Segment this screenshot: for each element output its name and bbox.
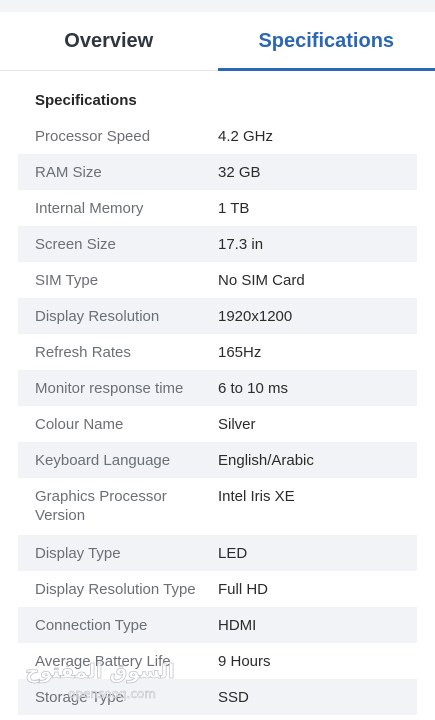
spec-value: 1 TB bbox=[218, 200, 250, 217]
spec-value: HDMI bbox=[218, 617, 257, 634]
spec-row: Display Type LED bbox=[18, 535, 417, 571]
spec-label: Screen Size bbox=[35, 236, 116, 253]
spec-label: Graphics Processor Version bbox=[35, 488, 167, 524]
spec-value: 32 GB bbox=[218, 164, 261, 181]
spec-label: Display Resolution Type bbox=[35, 581, 196, 598]
spec-label: Colour Name bbox=[35, 416, 124, 433]
spec-row: Display Resolution 1920x1200 bbox=[18, 298, 417, 334]
spec-row: Internal Memory 1 TB bbox=[18, 190, 417, 226]
spec-label: Display Type bbox=[35, 545, 121, 562]
tab-specifications[interactable]: Specifications bbox=[217, 12, 435, 71]
spec-label: Display Resolution bbox=[35, 308, 160, 325]
section-title: Specifications bbox=[35, 92, 137, 109]
tab-bar: Overview Specifications bbox=[0, 12, 435, 71]
spec-value: Intel Iris XE bbox=[218, 488, 295, 505]
spec-label: Monitor response time bbox=[35, 380, 184, 397]
spec-label: Connection Type bbox=[35, 617, 148, 634]
spec-row: Colour Name Silver bbox=[18, 406, 417, 442]
spec-value: Silver bbox=[218, 416, 256, 433]
spec-row: RAM Size 32 GB bbox=[18, 154, 417, 190]
spec-value: English/Arabic bbox=[218, 452, 314, 469]
spec-value: No SIM Card bbox=[218, 272, 305, 289]
spec-row: Keyboard Language English/Arabic bbox=[18, 442, 417, 478]
spec-label: Internal Memory bbox=[35, 200, 144, 217]
top-strip bbox=[0, 0, 435, 12]
spec-row: SIM Type No SIM Card bbox=[18, 262, 417, 298]
spec-value: 9 Hours bbox=[218, 653, 271, 670]
spec-label: Processor Speed bbox=[35, 128, 151, 145]
spec-value: LED bbox=[218, 545, 248, 562]
spec-row: Graphics Processor Version Intel Iris XE bbox=[18, 478, 417, 535]
spec-value: 17.3 in bbox=[218, 236, 264, 253]
spec-label: Storage Type bbox=[35, 689, 124, 706]
spec-row: Processor Speed 4.2 GHz bbox=[18, 118, 417, 154]
spec-value: SSD bbox=[218, 689, 249, 706]
spec-row: Refresh Rates 165Hz bbox=[18, 334, 417, 370]
spec-value: 165Hz bbox=[218, 344, 262, 361]
spec-row: Monitor response time 6 to 10 ms bbox=[18, 370, 417, 406]
spec-label: Keyboard Language bbox=[35, 452, 171, 469]
spec-label: Refresh Rates bbox=[35, 344, 131, 361]
spec-row: Connection Type HDMI bbox=[18, 607, 417, 643]
spec-value: 1920x1200 bbox=[218, 308, 293, 325]
spec-table: Processor Speed 4.2 GHz RAM Size 32 GB I… bbox=[18, 118, 417, 715]
spec-row: Display Resolution Type Full HD bbox=[18, 571, 417, 607]
spec-label: Average Battery Life bbox=[35, 653, 171, 670]
spec-value: 4.2 GHz bbox=[218, 128, 274, 145]
tab-overview[interactable]: Overview bbox=[0, 12, 218, 70]
spec-row: Storage Type SSD bbox=[18, 679, 417, 715]
spec-value: Full HD bbox=[218, 581, 269, 598]
spec-label: RAM Size bbox=[35, 164, 102, 181]
spec-label: SIM Type bbox=[35, 272, 99, 289]
spec-row: Screen Size 17.3 in bbox=[18, 226, 417, 262]
spec-row: Average Battery Life 9 Hours bbox=[18, 643, 417, 679]
spec-value: 6 to 10 ms bbox=[218, 380, 289, 397]
